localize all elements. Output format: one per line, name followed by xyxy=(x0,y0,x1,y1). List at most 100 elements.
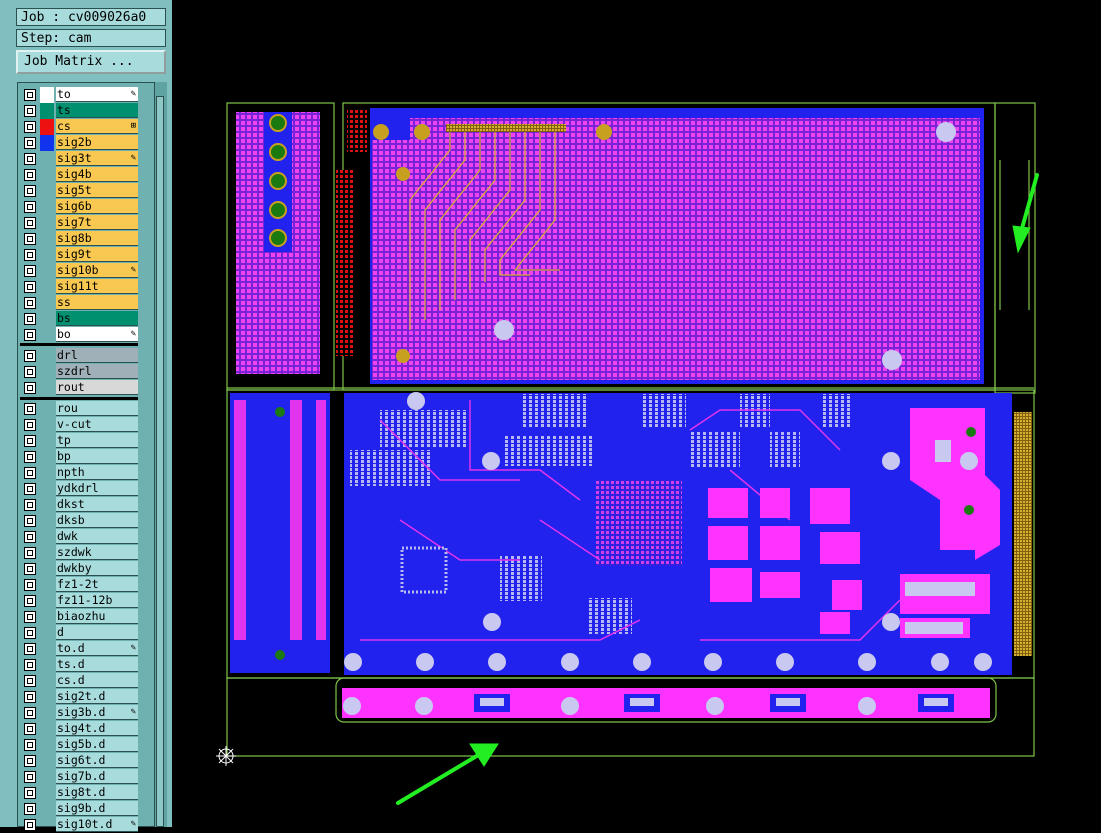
layer-name[interactable]: sig10b ✎ xyxy=(56,263,138,278)
layer-name[interactable]: drl xyxy=(56,348,138,363)
layer-checkbox[interactable] xyxy=(24,201,36,213)
layer-name[interactable]: sig6t.d xyxy=(56,753,138,768)
layer-color-swatch[interactable] xyxy=(40,263,54,279)
layer-row-tp[interactable]: tp xyxy=(22,433,138,449)
layer-name[interactable]: sig11t xyxy=(56,279,138,294)
layer-checkbox[interactable] xyxy=(24,819,36,831)
layer-checkbox[interactable] xyxy=(24,579,36,591)
layer-name[interactable]: v-cut xyxy=(56,417,138,432)
layer-name[interactable]: ts.d xyxy=(56,657,138,672)
layer-checkbox[interactable] xyxy=(24,249,36,261)
layer-row-sig2t.d[interactable]: sig2t.d xyxy=(22,689,138,705)
layer-color-swatch[interactable] xyxy=(40,609,54,625)
layer-color-swatch[interactable] xyxy=(40,348,54,364)
layer-checkbox[interactable] xyxy=(24,515,36,527)
layer-name[interactable]: sig10t.d ✎ xyxy=(56,817,138,832)
layer-checkbox[interactable] xyxy=(24,350,36,362)
layer-name[interactable]: rout xyxy=(56,380,138,395)
layer-row-ts.d[interactable]: ts.d xyxy=(22,657,138,673)
layer-color-swatch[interactable] xyxy=(40,380,54,396)
layer-color-swatch[interactable] xyxy=(40,247,54,263)
layer-name[interactable]: sig3t ✎ xyxy=(56,151,138,166)
layer-name[interactable]: sig4t.d xyxy=(56,721,138,736)
layer-checkbox[interactable] xyxy=(24,435,36,447)
layer-row-drl[interactable]: drl xyxy=(22,348,138,364)
layer-color-swatch[interactable] xyxy=(40,449,54,465)
layer-color-swatch[interactable] xyxy=(40,183,54,199)
layer-name[interactable]: sig2t.d xyxy=(56,689,138,704)
layer-color-swatch[interactable] xyxy=(40,87,54,103)
layer-color-swatch[interactable] xyxy=(40,103,54,119)
layer-color-swatch[interactable] xyxy=(40,641,54,657)
layer-name[interactable]: sig7b.d xyxy=(56,769,138,784)
layer-color-swatch[interactable] xyxy=(40,721,54,737)
layer-color-swatch[interactable] xyxy=(40,529,54,545)
layer-name[interactable]: bo ✎ xyxy=(56,327,138,342)
layer-row-rout[interactable]: rout xyxy=(22,380,138,396)
layer-checkbox[interactable] xyxy=(24,233,36,245)
layer-checkbox[interactable] xyxy=(24,611,36,623)
layer-checkbox[interactable] xyxy=(24,547,36,559)
layer-color-swatch[interactable] xyxy=(40,785,54,801)
layer-color-swatch[interactable] xyxy=(40,465,54,481)
layer-checkbox[interactable] xyxy=(24,403,36,415)
layer-checkbox[interactable] xyxy=(24,739,36,751)
layer-row-ydkdrl[interactable]: ydkdrl xyxy=(22,481,138,497)
layer-color-swatch[interactable] xyxy=(40,561,54,577)
layer-row-szdrl[interactable]: szdrl xyxy=(22,364,138,380)
layer-color-swatch[interactable] xyxy=(40,481,54,497)
layer-color-swatch[interactable] xyxy=(40,215,54,231)
layer-name[interactable]: to.d ✎ xyxy=(56,641,138,656)
layer-checkbox[interactable] xyxy=(24,691,36,703)
layer-name[interactable]: sig5b.d xyxy=(56,737,138,752)
layer-row-sig5t[interactable]: sig5t xyxy=(22,183,138,199)
layer-color-swatch[interactable] xyxy=(40,753,54,769)
layer-name[interactable]: szdwk xyxy=(56,545,138,560)
layer-checkbox[interactable] xyxy=(24,137,36,149)
layer-row-bo[interactable]: bo ✎ xyxy=(22,327,138,343)
layer-name[interactable]: dwkby xyxy=(56,561,138,576)
layer-checkbox[interactable] xyxy=(24,755,36,767)
layer-row-sig9b.d[interactable]: sig9b.d xyxy=(22,801,138,817)
layer-color-swatch[interactable] xyxy=(40,119,54,135)
layer-name[interactable]: fz1-2t xyxy=(56,577,138,592)
layer-row-sig3b.d[interactable]: sig3b.d ✎ xyxy=(22,705,138,721)
layer-color-swatch[interactable] xyxy=(40,513,54,529)
layer-color-swatch[interactable] xyxy=(40,497,54,513)
layer-checkbox[interactable] xyxy=(24,675,36,687)
layer-checkbox[interactable] xyxy=(24,89,36,101)
layer-row-biaozhu[interactable]: biaozhu xyxy=(22,609,138,625)
layer-row-to.d[interactable]: to.d ✎ xyxy=(22,641,138,657)
layer-checkbox[interactable] xyxy=(24,451,36,463)
layer-name[interactable]: sig3b.d ✎ xyxy=(56,705,138,720)
layer-row-npth[interactable]: npth xyxy=(22,465,138,481)
layer-name[interactable]: dkst xyxy=(56,497,138,512)
layer-checkbox[interactable] xyxy=(24,707,36,719)
layer-name[interactable]: bp xyxy=(56,449,138,464)
layer-checkbox[interactable] xyxy=(24,217,36,229)
layer-name[interactable]: ydkdrl xyxy=(56,481,138,496)
layer-row-sig10t.d[interactable]: sig10t.d ✎ xyxy=(22,817,138,833)
layer-color-swatch[interactable] xyxy=(40,401,54,417)
layer-name[interactable]: dwk xyxy=(56,529,138,544)
layer-color-swatch[interactable] xyxy=(40,295,54,311)
layer-row-sig7b.d[interactable]: sig7b.d xyxy=(22,769,138,785)
layer-row-ts[interactable]: ts xyxy=(22,103,138,119)
layer-color-swatch[interactable] xyxy=(40,167,54,183)
layer-color-swatch[interactable] xyxy=(40,231,54,247)
layer-color-swatch[interactable] xyxy=(40,689,54,705)
layer-color-swatch[interactable] xyxy=(40,673,54,689)
layer-row-cs[interactable]: cs ⊞ xyxy=(22,119,138,135)
layer-checkbox[interactable] xyxy=(24,313,36,325)
layer-row-szdwk[interactable]: szdwk xyxy=(22,545,138,561)
layer-checkbox[interactable] xyxy=(24,499,36,511)
layer-row-bp[interactable]: bp xyxy=(22,449,138,465)
layer-name[interactable]: sig4b xyxy=(56,167,138,182)
layer-row-sig8t.d[interactable]: sig8t.d xyxy=(22,785,138,801)
layer-checkbox[interactable] xyxy=(24,563,36,575)
layer-name[interactable]: sig9t xyxy=(56,247,138,262)
layer-row-ss[interactable]: ss xyxy=(22,295,138,311)
layer-name[interactable]: bs xyxy=(56,311,138,326)
layer-row-sig4b[interactable]: sig4b xyxy=(22,167,138,183)
layer-color-swatch[interactable] xyxy=(40,417,54,433)
